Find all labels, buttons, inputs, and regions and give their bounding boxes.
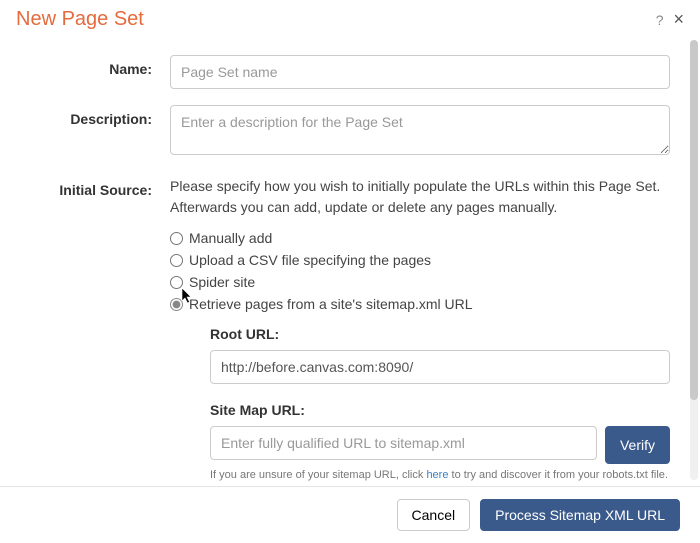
- radio-spider-site[interactable]: Spider site: [170, 274, 670, 290]
- radio-manually-add-input[interactable]: [170, 232, 183, 245]
- scrollbar-thumb[interactable]: [690, 40, 698, 400]
- radio-sitemap-label: Retrieve pages from a site's sitemap.xml…: [189, 296, 473, 312]
- initial-source-row: Initial Source: Please specify how you w…: [20, 176, 670, 486]
- description-row: Description:: [20, 105, 670, 160]
- new-page-set-dialog: New Page Set ? × Name: Description: Init…: [0, 0, 700, 543]
- sitemap-hint: If you are unsure of your sitemap URL, c…: [210, 468, 670, 483]
- dialog-body: Name: Description: Initial Source: Pleas…: [0, 35, 700, 486]
- description-input[interactable]: [170, 105, 670, 155]
- verify-button[interactable]: Verify: [605, 426, 670, 464]
- sitemap-subsection: Root URL: Site Map URL: Verify If you ar…: [210, 326, 670, 486]
- root-url-label: Root URL:: [210, 326, 670, 342]
- description-label: Description:: [20, 105, 170, 127]
- name-label: Name:: [20, 55, 170, 77]
- help-icon[interactable]: ?: [656, 12, 664, 28]
- radio-sitemap-input[interactable]: [170, 298, 183, 311]
- sitemap-url-input[interactable]: [210, 426, 597, 460]
- radio-upload-csv-input[interactable]: [170, 254, 183, 267]
- radio-spider-site-input[interactable]: [170, 276, 183, 289]
- sitemap-hint-link[interactable]: here: [426, 469, 448, 481]
- close-icon[interactable]: ×: [673, 9, 684, 30]
- initial-source-label: Initial Source:: [20, 176, 170, 198]
- process-sitemap-button[interactable]: Process Sitemap XML URL: [480, 499, 680, 531]
- cancel-button[interactable]: Cancel: [397, 499, 471, 531]
- dialog-title: New Page Set: [16, 8, 656, 31]
- radio-upload-csv-label: Upload a CSV file specifying the pages: [189, 252, 431, 268]
- scrollbar[interactable]: [690, 40, 698, 480]
- radio-manually-add[interactable]: Manually add: [170, 230, 670, 246]
- initial-source-description: Please specify how you wish to initially…: [170, 176, 670, 218]
- name-input[interactable]: [170, 55, 670, 89]
- sitemap-hint-suffix: to try and discover it from your robots.…: [448, 469, 667, 481]
- radio-sitemap[interactable]: Retrieve pages from a site's sitemap.xml…: [170, 296, 670, 312]
- dialog-footer: Cancel Process Sitemap XML URL: [0, 486, 700, 543]
- sitemap-url-label: Site Map URL:: [210, 402, 670, 418]
- dialog-header: New Page Set ? ×: [0, 0, 700, 35]
- radio-upload-csv[interactable]: Upload a CSV file specifying the pages: [170, 252, 670, 268]
- radio-manually-add-label: Manually add: [189, 230, 272, 246]
- radio-spider-site-label: Spider site: [189, 274, 255, 290]
- name-row: Name:: [20, 55, 670, 89]
- root-url-input[interactable]: [210, 350, 670, 384]
- sitemap-hint-prefix: If you are unsure of your sitemap URL, c…: [210, 469, 426, 481]
